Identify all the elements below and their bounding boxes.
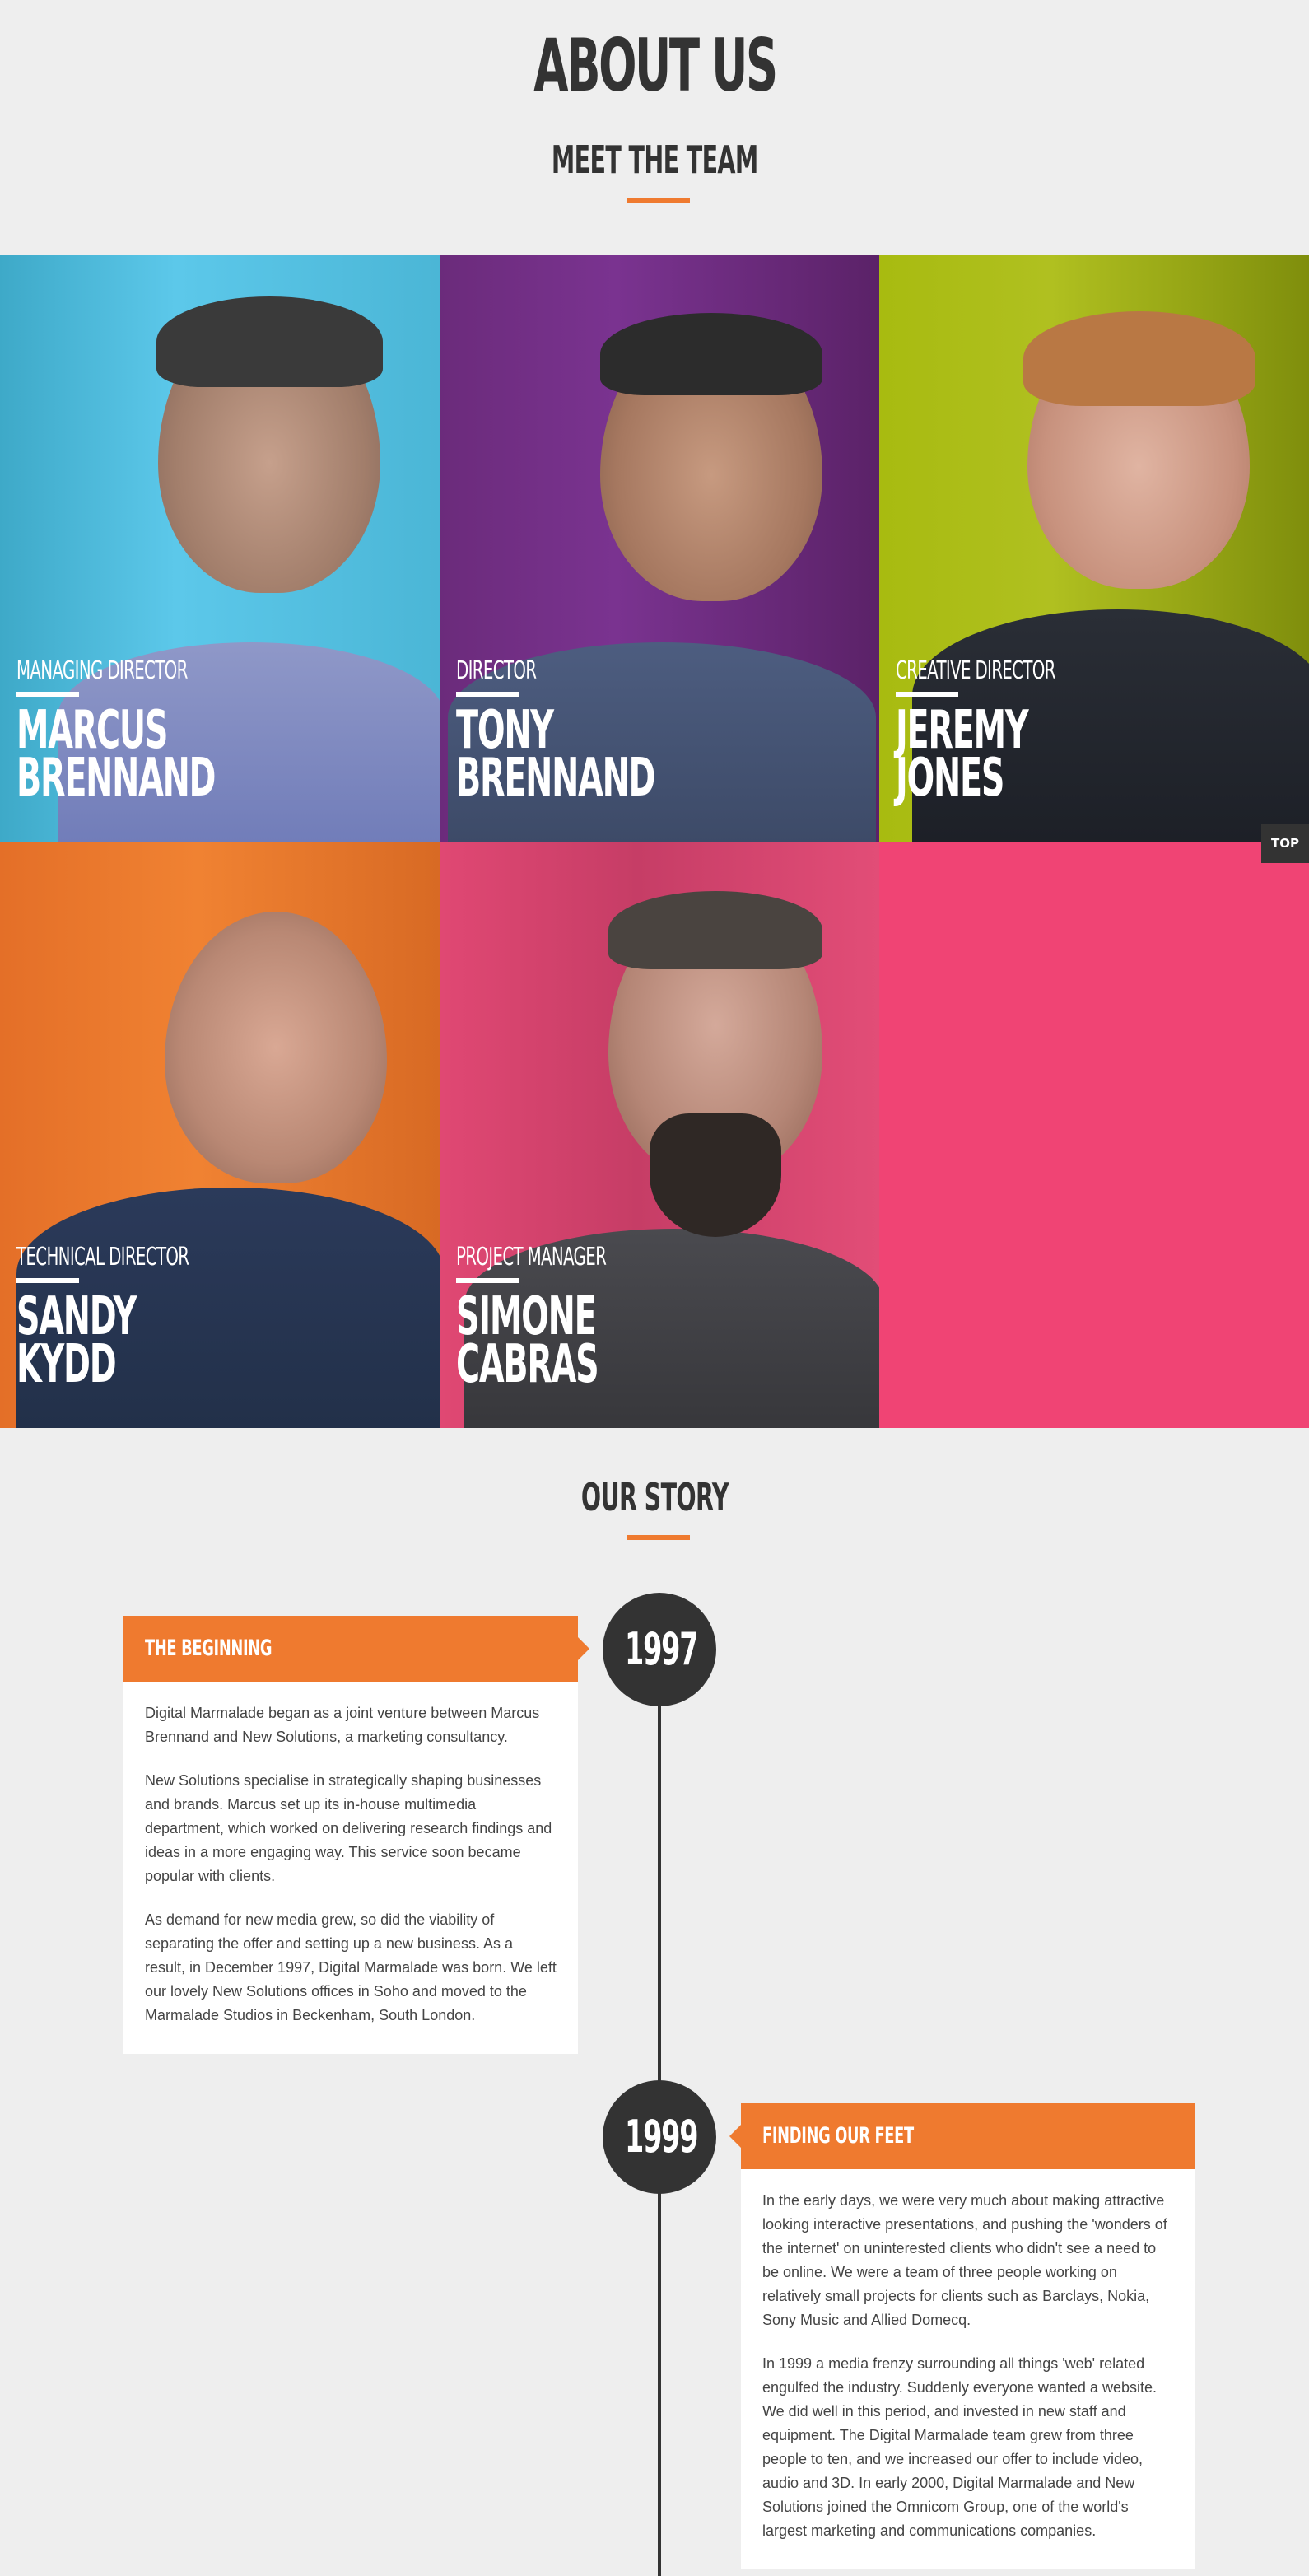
year-badge-1997: 1997 [603,1593,716,1706]
story-paragraph: In the early days, we were very much abo… [762,2192,1167,2328]
team-name-last: KYDD [16,1334,117,1395]
story-card-title: THE BEGINNING [123,1616,589,1682]
team-card-simone-cabras[interactable]: PROJECT MANAGER SIMONE CABRAS [440,842,879,1428]
pointer-arrow-icon [578,1637,589,1660]
team-card-tony-brennand[interactable]: DIRECTOR TONY BRENNAND [440,255,879,842]
story-paragraph: New Solutions specialise in strategicall… [145,1772,552,1884]
team-role: TECHNICAL DIRECTOR [16,1243,189,1272]
year-badge-1999: 1999 [603,2080,716,2194]
story-card-title: FINDING OUR FEET [729,2103,1195,2169]
team-role: DIRECTOR [456,656,537,685]
story-heading: OUR STORY [580,1475,729,1519]
empty-team-tile [879,842,1309,1428]
back-to-top-button[interactable]: TOP [1261,824,1309,863]
team-card-sandy-kydd[interactable]: TECHNICAL DIRECTOR SANDY KYDD [0,842,440,1428]
role-divider [16,692,79,697]
page-title: ABOUT US [533,23,778,108]
story-paragraph: In 1999 a media frenzy surrounding all t… [762,2355,1157,2539]
role-divider [456,692,519,697]
team-heading-underline [627,198,690,203]
story-card-finding-our-feet: FINDING OUR FEET In the early days, we w… [729,2103,1195,2569]
team-name-last: JONES [896,748,1004,809]
team-role: CREATIVE DIRECTOR [896,656,1055,685]
team-heading: MEET THE TEAM [551,138,758,182]
team-name-last: CABRAS [456,1334,599,1395]
story-paragraph: Digital Marmalade began as a joint ventu… [145,1705,540,1745]
team-name-last: BRENNAND [16,748,216,809]
team-card-jeremy-jones[interactable]: CREATIVE DIRECTOR JEREMY JONES [879,255,1309,842]
team-card-marcus-brennand[interactable]: MANAGING DIRECTOR MARCUS BRENNAND [0,255,440,842]
team-role: MANAGING DIRECTOR [16,656,188,685]
role-divider [16,1278,79,1283]
pointer-arrow-icon [729,2125,741,2148]
story-paragraph: As demand for new media grew, so did the… [145,1911,557,2023]
story-heading-underline [627,1535,690,1540]
story-card-the-beginning: THE BEGINNING Digital Marmalade began as… [123,1616,589,2054]
team-name-last: BRENNAND [456,748,655,809]
role-divider [456,1278,519,1283]
role-divider [896,692,958,697]
team-role: PROJECT MANAGER [456,1243,607,1272]
